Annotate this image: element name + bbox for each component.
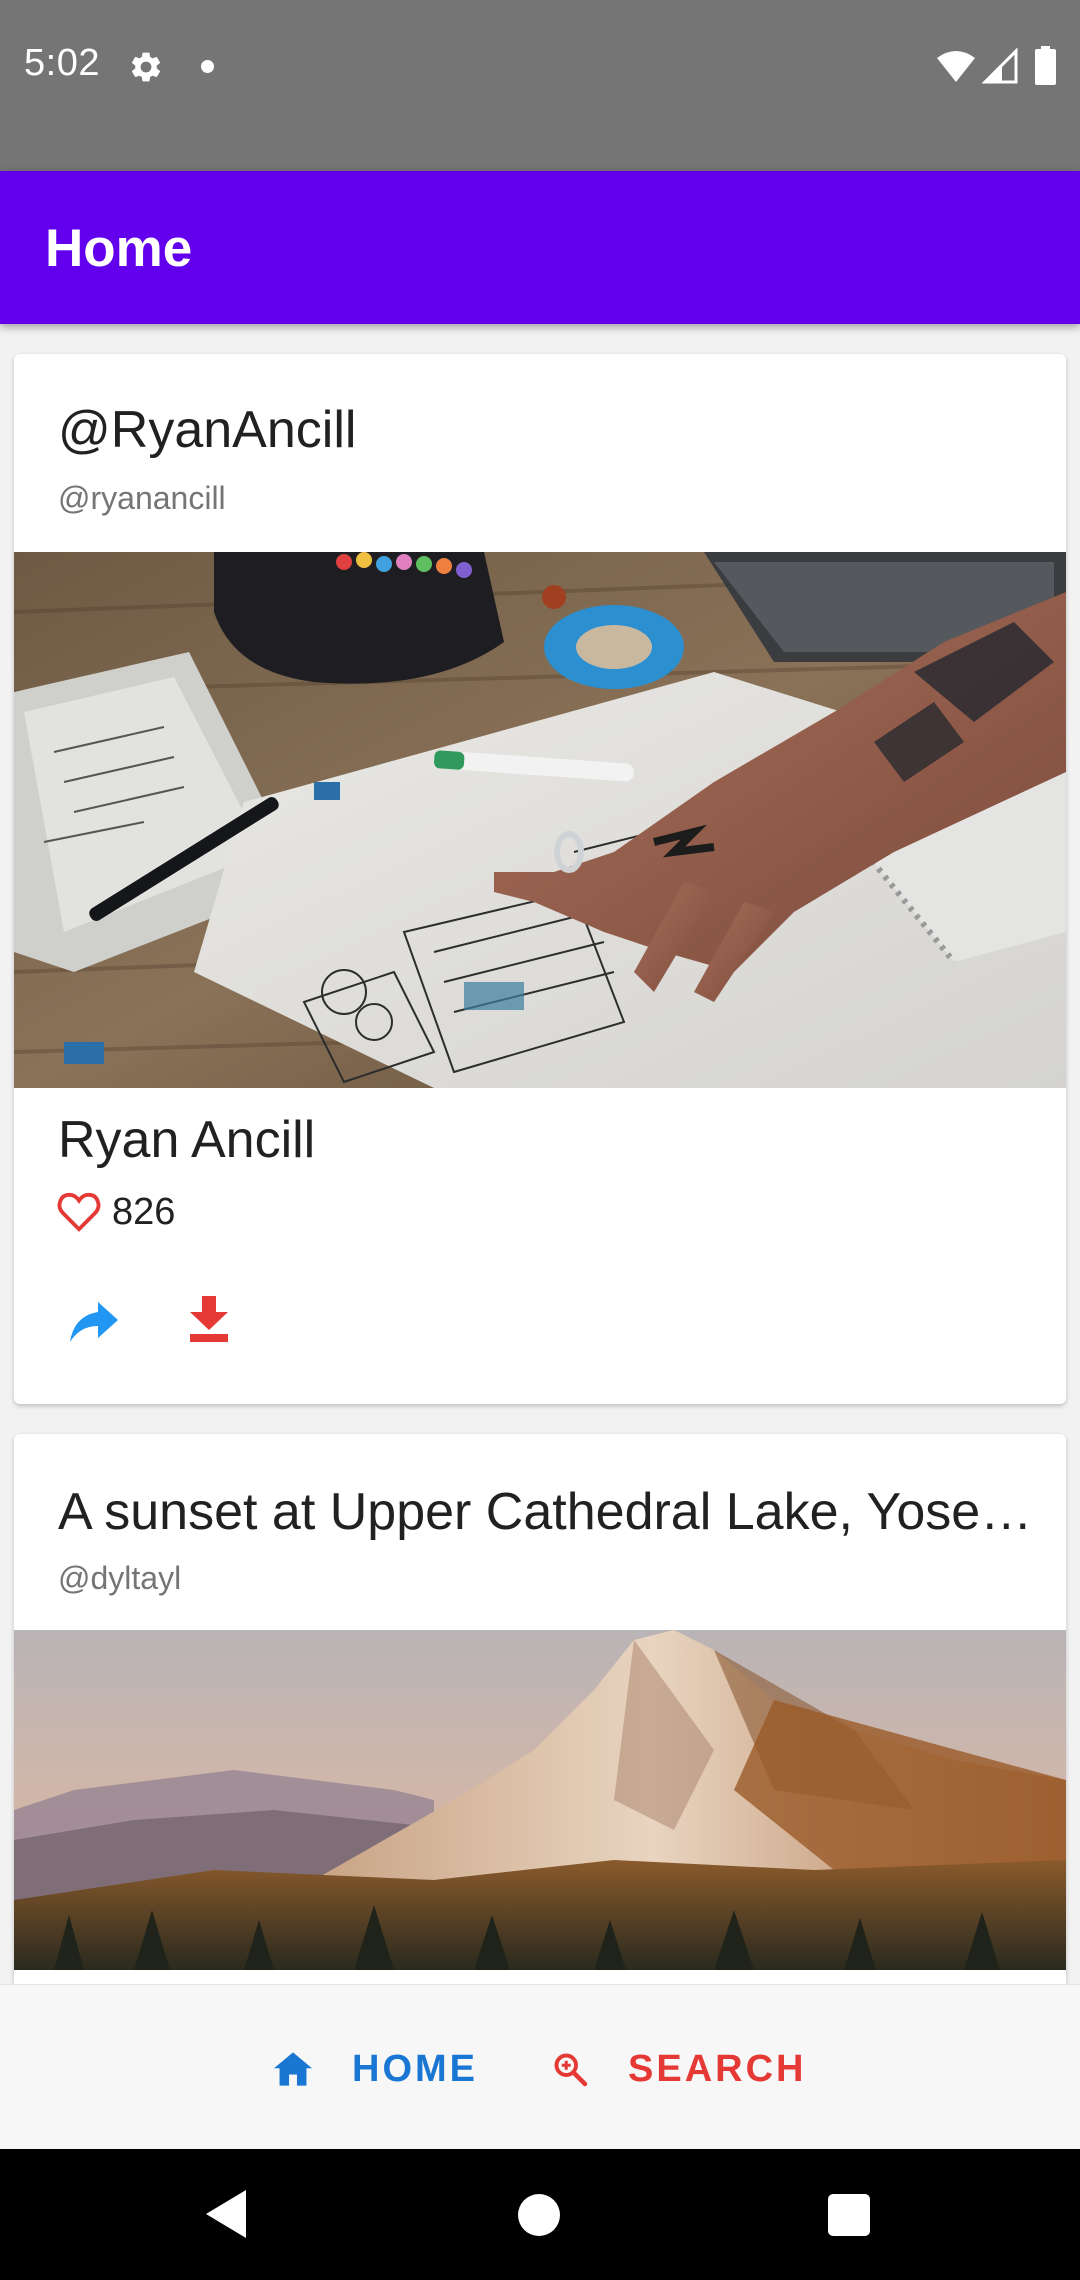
- nav-home-label: HOME: [352, 2047, 478, 2090]
- share-icon[interactable]: [70, 1302, 118, 1342]
- app-bar: Home: [0, 171, 1080, 324]
- card-username: @ryanancill: [58, 480, 226, 516]
- wifi-icon: [937, 51, 975, 82]
- status-bar: 5:02: [0, 0, 1080, 171]
- heart-icon[interactable]: [56, 1191, 102, 1233]
- battery-icon: [1035, 46, 1056, 85]
- search-icon: [554, 2053, 588, 2087]
- card-title: A sunset at Upper Cathedral Lake, Yosemi…: [58, 1483, 1066, 1541]
- nav-home-button[interactable]: HOME: [274, 2023, 478, 2115]
- photo-feed[interactable]: @RyanAncill @ryanancill Ryan Ancill 826 …: [0, 324, 1080, 1984]
- author-name: Ryan Ancill: [58, 1111, 316, 1169]
- mountain-sunset-photo[interactable]: [14, 1630, 1066, 1970]
- card-username: @dyltayl: [58, 1560, 182, 1596]
- back-icon[interactable]: [202, 2188, 250, 2240]
- card-title: @RyanAncill: [58, 401, 357, 459]
- home-icon: [274, 2052, 312, 2086]
- nav-search-button[interactable]: SEARCH: [552, 2023, 806, 2115]
- settings-icon: [131, 52, 161, 82]
- nav-search-label: SEARCH: [628, 2047, 807, 2090]
- bottom-navigation: HOME SEARCH: [0, 1984, 1080, 2149]
- status-time: 5:02: [24, 42, 100, 84]
- notification-dot-icon: [201, 60, 214, 73]
- system-navigation-bar: [0, 2148, 1080, 2280]
- photo-card[interactable]: @RyanAncill @ryanancill Ryan Ancill 826: [14, 354, 1066, 1404]
- home-circle-icon[interactable]: [518, 2194, 560, 2236]
- recents-icon[interactable]: [828, 2194, 870, 2236]
- architect-sketch-photo[interactable]: [14, 552, 1066, 1088]
- likes-row: 826: [56, 1188, 175, 1236]
- likes-count: 826: [112, 1190, 176, 1233]
- photo-card[interactable]: A sunset at Upper Cathedral Lake, Yosemi…: [14, 1434, 1066, 1984]
- download-icon[interactable]: [190, 1296, 228, 1342]
- signal-icon: [982, 48, 1018, 84]
- page-title: Home: [45, 219, 193, 278]
